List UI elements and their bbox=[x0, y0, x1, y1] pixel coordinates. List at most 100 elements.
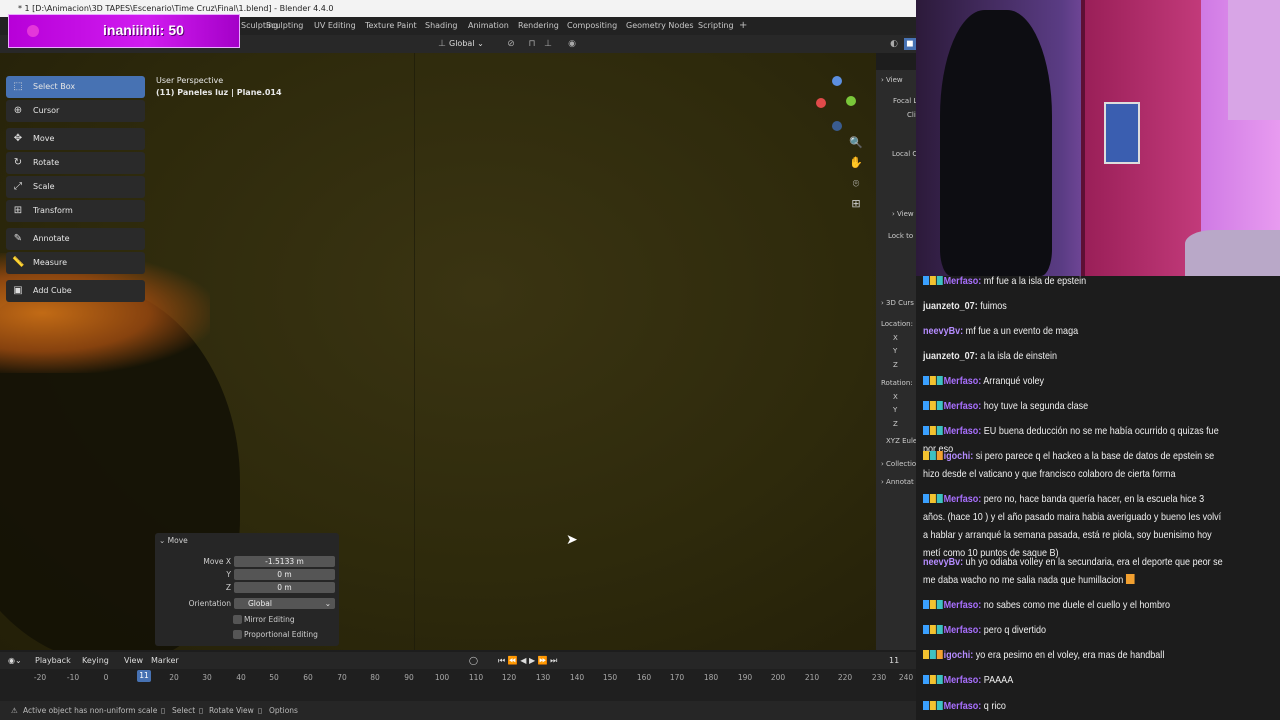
rotation-mode-dropdown[interactable]: XYZ Eule bbox=[886, 437, 916, 445]
tool-measure[interactable]: 📏 Measure bbox=[6, 252, 145, 274]
chat-username[interactable]: igochi: bbox=[944, 450, 974, 462]
move-z-field[interactable]: 0 m bbox=[234, 582, 335, 593]
tab-rendering[interactable]: Rendering bbox=[518, 17, 559, 35]
badge-icon bbox=[929, 675, 936, 684]
view-section[interactable]: › View bbox=[881, 76, 903, 84]
badge-icon bbox=[923, 451, 930, 460]
chat-username[interactable]: neevyBv: bbox=[923, 556, 963, 568]
badge-icon bbox=[923, 701, 930, 710]
proportional-editing-checkbox[interactable] bbox=[233, 630, 242, 639]
current-frame-field[interactable]: 11 bbox=[889, 652, 899, 669]
menu-playback[interactable]: Playback bbox=[35, 652, 71, 669]
clip-label: Cli bbox=[907, 111, 916, 119]
snap-target-icon[interactable]: ⊥ bbox=[542, 38, 554, 50]
badge-icon bbox=[923, 675, 930, 684]
chat-username[interactable]: Merfaso: bbox=[944, 624, 982, 636]
tick-label: 190 bbox=[737, 673, 753, 682]
chat-text: mf fue a la isla de epstein bbox=[981, 276, 1087, 287]
tab-compositing[interactable]: Compositing bbox=[567, 17, 617, 35]
add-workspace-icon[interactable]: + bbox=[739, 17, 747, 35]
orientation-value: Global bbox=[248, 599, 272, 608]
axis-x-icon[interactable] bbox=[816, 98, 826, 108]
tool-scale[interactable]: ⤢ Scale bbox=[6, 176, 145, 198]
orientation-dropdown[interactable]: Global ⌄ bbox=[234, 598, 335, 609]
chat-username[interactable]: igochi: bbox=[944, 649, 974, 661]
chat-username[interactable]: Merfaso: bbox=[944, 400, 982, 412]
webcam-shelf bbox=[1228, 0, 1280, 120]
menu-marker[interactable]: Marker bbox=[151, 652, 179, 669]
view-lock-section[interactable]: › View bbox=[892, 210, 914, 218]
chat-message: Merfaso: mf fue a la isla de epstein bbox=[923, 276, 1226, 290]
axis-z-icon[interactable] bbox=[832, 76, 842, 86]
orientation-label: Orientation bbox=[188, 599, 231, 608]
move-x-field[interactable]: -1.5133 m bbox=[234, 556, 335, 567]
chat-username[interactable]: Merfaso: bbox=[944, 375, 982, 387]
annotations-section[interactable]: › Annotat bbox=[881, 478, 914, 486]
tick-label: 20 bbox=[169, 673, 179, 682]
tick-label: 160 bbox=[636, 673, 652, 682]
tool-annotate[interactable]: ✎ Annotate bbox=[6, 228, 145, 250]
tab-shading[interactable]: Shading bbox=[425, 17, 458, 35]
axis-y-icon[interactable] bbox=[846, 96, 856, 106]
proportional-icon[interactable]: ◉ bbox=[566, 38, 578, 50]
tab-scripting[interactable]: Scripting bbox=[698, 17, 734, 35]
tool-cursor[interactable]: ⊕ Cursor bbox=[6, 100, 145, 122]
chat-username[interactable]: neevyBv: bbox=[923, 325, 963, 337]
pan-hand-icon[interactable]: ✋ bbox=[849, 156, 863, 170]
tab-geometry-nodes[interactable]: Geometry Nodes bbox=[626, 17, 693, 35]
object-info-label: (11) Paneles luz | Plane.014 bbox=[156, 88, 282, 97]
redo-last-panel[interactable]: ⌄ Move Move X -1.5133 m Y0 m Z0 m Orienta… bbox=[155, 533, 339, 646]
chat-username[interactable]: Merfaso: bbox=[944, 700, 982, 712]
pivot-icon[interactable]: ⊘ bbox=[505, 38, 517, 50]
mirror-editing-checkbox[interactable] bbox=[233, 615, 242, 624]
tool-shelf: ⬚ Select Box ⊕ Cursor ✥ Move ↻ Rotate ⤢ Scale… bbox=[6, 76, 145, 304]
sidebar-n-panel[interactable]: › View Focal L Cli Local C › View Lock t… bbox=[876, 70, 916, 650]
tool-select-box[interactable]: ⬚ Select Box bbox=[6, 76, 145, 98]
shading-mode-icon[interactable]: ◼ bbox=[904, 38, 916, 50]
ortho-grid-icon[interactable]: ⊞ bbox=[849, 197, 863, 211]
tab-animation[interactable]: Animation bbox=[468, 17, 509, 35]
auto-key-icon[interactable]: ◯ bbox=[469, 652, 478, 669]
editor-type-icon[interactable]: ◉⌄ bbox=[8, 652, 22, 669]
scale-icon: ⤢ bbox=[14, 181, 22, 192]
tab-sculpting-label[interactable]: Sculpting bbox=[266, 17, 303, 35]
tool-transform[interactable]: ⊞ Transform bbox=[6, 200, 145, 222]
chat-username[interactable]: Merfaso: bbox=[944, 674, 982, 686]
chat-username[interactable]: Merfaso: bbox=[944, 425, 982, 437]
chat-text: hoy tuve la segunda clase bbox=[981, 400, 1089, 412]
badge-icon bbox=[936, 600, 943, 609]
collections-section[interactable]: › Collectio bbox=[881, 460, 916, 468]
tool-add-cube[interactable]: ▣ Add Cube bbox=[6, 280, 145, 302]
snap-icon[interactable]: ⊓ bbox=[526, 38, 538, 50]
camera-view-icon[interactable]: ⌾ bbox=[849, 177, 863, 191]
add-cube-icon: ▣ bbox=[13, 285, 23, 296]
transform-orientation-dropdown[interactable]: Global ⌄ bbox=[449, 37, 484, 51]
chat-username[interactable]: Merfaso: bbox=[944, 599, 982, 611]
badge-icon bbox=[929, 451, 936, 460]
redo-panel-header[interactable]: ⌄ Move bbox=[155, 535, 339, 547]
chat-username[interactable]: juanzeto_07: bbox=[923, 300, 978, 312]
axis-neg-z-icon[interactable] bbox=[832, 121, 842, 131]
badge-icon bbox=[929, 376, 936, 385]
playback-controls[interactable]: ⏮ ⏪ ◀ ▶ ⏩ ⏭ bbox=[498, 652, 557, 669]
playhead[interactable]: 11 bbox=[137, 670, 151, 682]
menu-view[interactable]: View bbox=[124, 652, 143, 669]
move-y-field[interactable]: 0 m bbox=[234, 569, 335, 580]
tick-label: 120 bbox=[501, 673, 517, 682]
overlay-visibility-icon[interactable]: ◐ bbox=[888, 38, 900, 50]
3d-cursor-section[interactable]: › 3D Curs bbox=[881, 299, 914, 307]
chat-username[interactable]: Merfaso: bbox=[944, 276, 982, 287]
chat-username[interactable]: Merfaso: bbox=[944, 493, 982, 505]
status-bar: ⚠ Active object has non-uniform scale ▯ … bbox=[0, 701, 916, 720]
timeline-ruler[interactable]: -20 -10 0 11 20 30 40 50 60 70 80 90 100… bbox=[0, 669, 916, 701]
chat-message: Merfaso: q rico bbox=[923, 697, 1226, 715]
tool-rotate[interactable]: ↻ Rotate bbox=[6, 152, 145, 174]
chat-username[interactable]: juanzeto_07: bbox=[923, 350, 978, 362]
zoom-icon[interactable]: 🔍 bbox=[849, 136, 863, 150]
menu-keying[interactable]: Keying bbox=[82, 652, 109, 669]
tool-move[interactable]: ✥ Move bbox=[6, 128, 145, 150]
tab-uv-editing[interactable]: UV Editing bbox=[314, 17, 356, 35]
tick-label: 90 bbox=[404, 673, 414, 682]
navigation-gizmo[interactable] bbox=[812, 76, 862, 136]
tab-texture-paint[interactable]: Texture Paint bbox=[365, 17, 417, 35]
